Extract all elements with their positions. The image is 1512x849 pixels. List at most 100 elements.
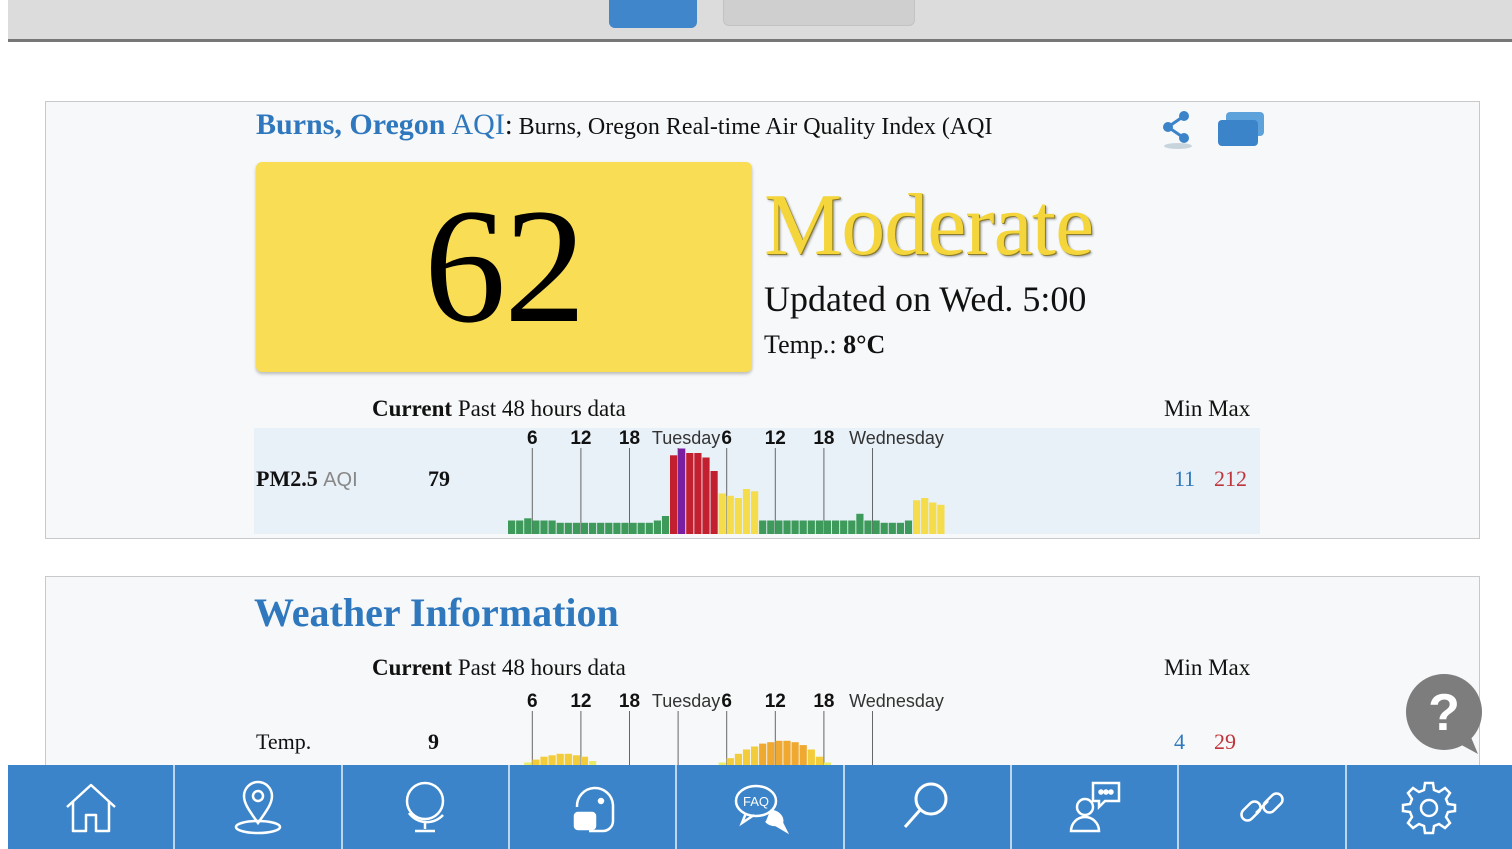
city-name[interactable]: Burns, Oregon <box>256 108 445 141</box>
pm25-bar <box>532 520 540 534</box>
pm25-bar <box>791 520 799 534</box>
pm25-bar <box>702 457 710 534</box>
title-colon: : <box>504 110 513 141</box>
pm25-history-row[interactable]: 6 12 18 Tuesday 6 12 18 Wednesday PM2.5 AQI 79 … <box>254 428 1260 534</box>
help-icon[interactable]: ? <box>1404 672 1488 756</box>
nav-search[interactable] <box>842 765 1010 849</box>
pm25-bar <box>815 520 823 534</box>
nav-faq[interactable]: FAQ <box>675 765 842 849</box>
pm25-bar <box>508 520 516 534</box>
temp-label: Temp.: <box>764 330 837 359</box>
hour-tick-label: 12 <box>765 428 786 449</box>
weather-card: Weather Information Current Past 48 hour… <box>45 576 1480 777</box>
pm25-bar <box>767 520 775 534</box>
pm25-bar <box>929 502 937 534</box>
min-label: Min <box>1164 396 1203 421</box>
pm25-bar <box>823 520 832 534</box>
contact-icon <box>1069 781 1120 833</box>
updated-time: Updated on Wed. 5:00 <box>764 279 1087 319</box>
location-pin-icon <box>234 780 282 835</box>
hour-tick-label: 6 <box>527 428 538 449</box>
faq-icon: FAQ <box>734 784 790 835</box>
weather-history-header-left: Current Past 48 hours data <box>372 655 626 681</box>
home-icon <box>65 783 116 833</box>
pm25-bar <box>913 500 921 534</box>
day-label: Tuesday <box>652 691 720 711</box>
hour-tick-label: 18 <box>619 691 640 712</box>
hour-tick-label: 12 <box>570 428 591 449</box>
temp-current: 9 <box>428 729 439 754</box>
pm25-bar <box>597 522 605 534</box>
temp-max: 29 <box>1214 729 1236 754</box>
nav-home[interactable] <box>8 765 173 849</box>
toolbar-tab-active[interactable] <box>609 0 697 28</box>
pm25-bar <box>896 522 904 534</box>
pm25-bar <box>832 520 840 534</box>
pm25-row-label: PM2.5 AQI <box>256 466 358 492</box>
share-icon[interactable] <box>1156 108 1200 150</box>
day-label: Wednesday <box>849 428 944 448</box>
pm25-bar <box>629 522 637 534</box>
pm25-bar <box>572 522 580 534</box>
hour-tick-label: 12 <box>570 691 591 712</box>
pm25-min: 11 <box>1174 466 1196 491</box>
hour-tick-label: 6 <box>527 691 538 712</box>
hour-tick-label: 6 <box>721 428 732 449</box>
chat-icon[interactable] <box>1214 108 1270 150</box>
nav-contact[interactable] <box>1009 765 1177 849</box>
nav-globe[interactable] <box>340 765 508 849</box>
current-label: Current <box>372 396 453 421</box>
pm25-bar <box>621 522 629 534</box>
nav-location[interactable] <box>173 765 340 849</box>
history-header-left: Current Past 48 hours data <box>372 396 626 422</box>
pm25-bar <box>540 520 548 534</box>
pm25-bar <box>888 522 896 534</box>
hour-tick-label: 12 <box>765 691 786 712</box>
pm25-bar <box>864 520 872 534</box>
current-temp: Temp.: 8°C <box>764 330 885 360</box>
aqi-word: AQI <box>451 108 505 141</box>
link-icon <box>1240 792 1284 822</box>
pm25-bar <box>921 498 929 534</box>
globe-icon <box>406 781 445 833</box>
top-toolbar <box>8 0 1512 42</box>
toolbar-tab[interactable] <box>723 0 915 26</box>
pm25-label: PM2.5 <box>256 466 318 491</box>
pm25-bar <box>710 471 718 534</box>
gear-icon <box>1402 781 1457 835</box>
pm25-bar <box>734 498 742 534</box>
pm25-bar <box>937 504 945 534</box>
pm25-unit: AQI <box>323 469 358 491</box>
aqi-value-box: 62 <box>256 162 752 372</box>
pm25-bar <box>799 520 807 534</box>
hour-tick-label: 18 <box>619 428 640 449</box>
pm25-bar <box>718 493 726 534</box>
aqi-subtitle: Burns, Oregon Real-time Air Quality Inde… <box>518 114 993 140</box>
pm25-bar <box>605 522 613 534</box>
pm25-bar <box>637 522 645 534</box>
aqi-value: 62 <box>424 176 586 357</box>
pm25-bar <box>516 520 524 534</box>
pm25-bar <box>872 520 880 534</box>
temp-value: 8°C <box>843 330 886 359</box>
weather-history-header-right: Min Max <box>1164 655 1250 681</box>
nav-link[interactable] <box>1177 765 1344 849</box>
pm25-history-chart: 6 12 18 Tuesday 6 12 18 Wednesday <box>508 428 945 534</box>
pm25-bar <box>807 520 815 534</box>
pm25-bar <box>742 489 751 534</box>
pm25-bar <box>524 518 532 534</box>
pm25-bar <box>856 513 864 534</box>
pm25-bar <box>661 516 670 534</box>
pm25-bar <box>751 491 759 534</box>
history-header-right: Min Max <box>1164 396 1250 422</box>
pm25-bar <box>904 520 913 534</box>
pm25-bar <box>589 522 597 534</box>
weather-current-label: Current <box>372 655 453 680</box>
past-label: Past 48 hours data <box>457 396 626 421</box>
hour-tick-label: 18 <box>813 428 834 449</box>
pm25-bar <box>564 522 572 534</box>
weather-title: Weather Information <box>254 590 619 635</box>
pm25-bar <box>840 520 848 534</box>
nav-settings[interactable] <box>1344 765 1512 849</box>
nav-mask[interactable] <box>507 765 675 849</box>
